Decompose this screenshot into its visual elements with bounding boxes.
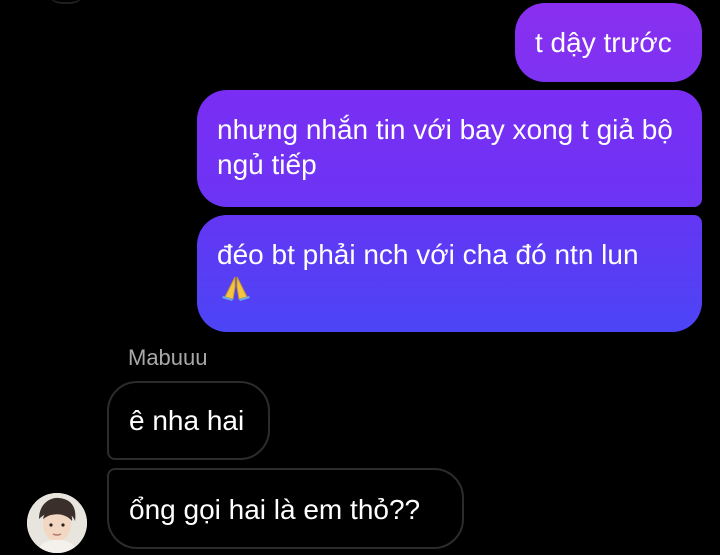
received-message-bubble[interactable]: ổng gọi hai là em thỏ??: [107, 468, 464, 549]
avatar[interactable]: [27, 493, 87, 553]
sender-name: Mabuuu: [128, 345, 208, 370]
message-text: ổng gọi hai là em thỏ??: [129, 494, 421, 525]
message-text: nhưng nhắn tin với bay xong t giả bộ ngủ…: [217, 114, 673, 180]
sent-message-bubble[interactable]: đéo bt phải nch với cha đó ntn lun: [197, 215, 702, 332]
sent-message-bubble[interactable]: nhưng nhắn tin với bay xong t giả bộ ngủ…: [197, 90, 702, 207]
sent-message-bubble[interactable]: t dậy trước: [515, 3, 702, 82]
message-text: t dậy trước: [535, 27, 672, 58]
folded-hands-icon: [221, 274, 251, 301]
previous-avatar-edge: [46, 0, 86, 4]
message-text: ê nha hai: [129, 405, 245, 436]
received-message-bubble[interactable]: ê nha hai: [107, 381, 270, 460]
message-text: đéo bt phải nch với cha đó ntn lun: [217, 239, 639, 270]
